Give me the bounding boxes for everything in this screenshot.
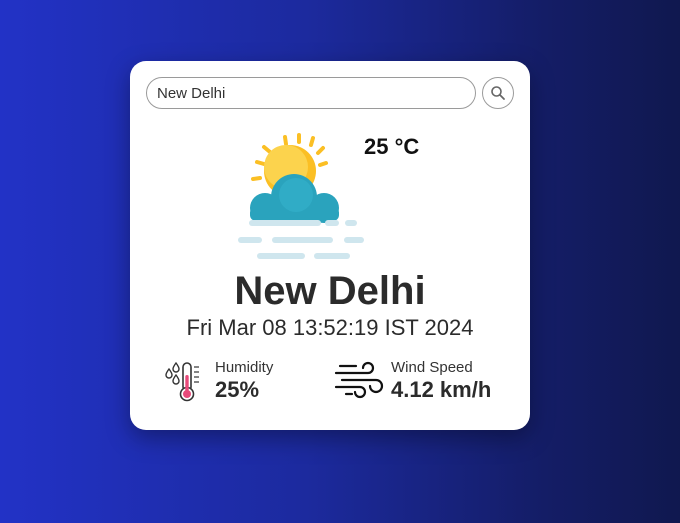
humidity-value: 25% (215, 377, 260, 402)
search-button[interactable] (482, 77, 514, 109)
weather-card: 25 °C New Delhi Fri Mar 08 13:52:19 IST … (130, 61, 530, 430)
search-bar (146, 77, 514, 109)
wind-label: Wind Speed (391, 359, 473, 376)
sun-cloud-mist-icon (238, 133, 364, 259)
humidity-label: Humidity (215, 359, 274, 376)
city-name: New Delhi (234, 269, 426, 313)
wind-value: 4.12 km/h (391, 377, 492, 402)
wind-icon (334, 361, 384, 399)
humidity-stat: Humidity 25% (164, 357, 324, 407)
search-input[interactable] (146, 77, 476, 109)
temperature: 25 °C (364, 134, 420, 159)
humidity-thermometer-icon (165, 361, 199, 402)
search-icon (491, 86, 505, 100)
datetime: Fri Mar 08 13:52:19 IST 2024 (186, 315, 474, 340)
wind-stat: Wind Speed 4.12 km/h (334, 357, 524, 407)
